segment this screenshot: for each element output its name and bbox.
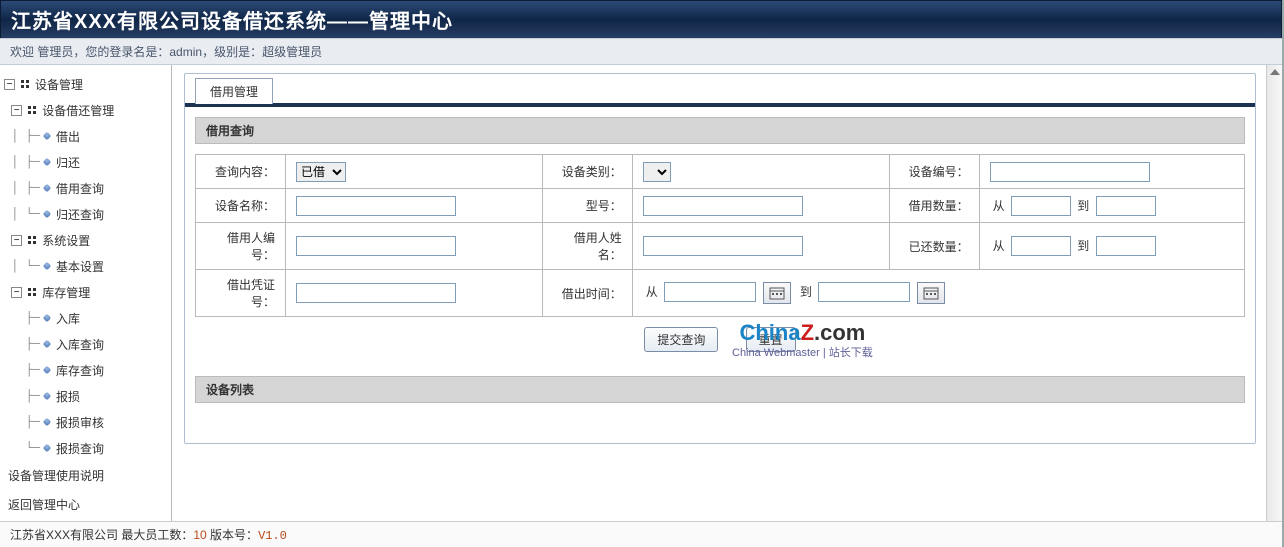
link-usage-guide[interactable]: 设备管理使用说明 [8,469,104,483]
query-form: 查询内容： 已借 设备类别： 设备编号： [195,154,1245,317]
tree-item-return-query[interactable]: │ └─归还查询 [4,201,167,227]
tree-item-return[interactable]: │ ├─归还 [4,149,167,175]
input-device-name[interactable] [296,196,456,216]
module-icon [26,104,38,116]
input-borrower-name[interactable] [643,236,803,256]
datepicker-from-button[interactable] [763,282,791,304]
input-borrow-qty-from[interactable] [1011,196,1071,216]
input-device-no[interactable] [990,162,1150,182]
tree-item-basic-settings[interactable]: │ └─基本设置 [4,253,167,279]
section-query-header: 借用查询 [195,117,1245,144]
leaf-icon [42,339,52,349]
input-voucher-no[interactable] [296,283,456,303]
label-device-no: 设备编号： [889,155,979,189]
tree-root[interactable]: − 设备管理 [4,71,167,97]
reset-button[interactable]: 重置 [746,327,796,352]
label-voucher-no: 借出凭证号： [196,270,286,317]
label-query-content: 查询内容： [196,155,286,189]
label-borrow-time: 借出时间： [542,270,632,317]
label-returned-qty: 已还数量： [889,223,979,270]
scrollbar[interactable] [1266,65,1282,521]
tree-item-inbound-query[interactable]: ├─入库查询 [4,331,167,357]
leaf-icon [42,417,52,427]
tree-group-borrow[interactable]: − 设备借还管理 [4,97,167,123]
tree-item-damage-query[interactable]: └─报损查询 [4,435,167,461]
label-device-type: 设备类别： [542,155,632,189]
label-device-name: 设备名称： [196,189,286,223]
welcome-bar: 欢迎 管理员，您的登录名是：admin，级别是：超级管理员 [0,38,1282,65]
leaf-icon [42,209,52,219]
main-area: 借用管理 借用查询 查询内容： 已借 设备类别： [172,65,1266,521]
sidebar: − 设备管理 − 设备借还管理 [0,65,172,521]
input-borrower-no[interactable] [296,236,456,256]
app-header: 江苏省XXX有限公司设备借还系统——管理中心 [0,0,1282,38]
leaf-icon [42,365,52,375]
tree-item-inbound[interactable]: ├─入库 [4,305,167,331]
input-borrow-time-to[interactable] [818,282,910,302]
tree-group-system[interactable]: − 系统设置 [4,227,167,253]
label-borrower-no: 借用人编号： [196,223,286,270]
label-borrow-qty: 借用数量： [889,189,979,223]
tab-borrow-manage[interactable]: 借用管理 [195,78,273,104]
label-borrower-name: 借用人姓名： [542,223,632,270]
input-borrow-qty-to[interactable] [1096,196,1156,216]
tree-item-damage[interactable]: ├─报损 [4,383,167,409]
module-icon [26,234,38,246]
collapse-icon[interactable]: − [4,79,15,90]
app-title: 江苏省XXX有限公司设备借还系统——管理中心 [11,5,1271,34]
leaf-icon [42,157,52,167]
tree-item-lend[interactable]: │ ├─借出 [4,123,167,149]
label-model: 型号： [542,189,632,223]
leaf-icon [42,183,52,193]
tree-root-label[interactable]: 设备管理 [35,76,83,93]
leaf-icon [42,131,52,141]
tabbar: 借用管理 [185,74,1255,107]
device-list-empty [195,403,1245,433]
submit-query-button[interactable]: 提交查询 [644,327,718,352]
calendar-icon [769,286,785,300]
input-borrow-time-from[interactable] [664,282,756,302]
leaf-icon [42,391,52,401]
tree-item-stock-query[interactable]: ├─库存查询 [4,357,167,383]
input-returned-qty-from[interactable] [1011,236,1071,256]
calendar-icon [923,286,939,300]
collapse-icon[interactable]: − [11,105,22,116]
panel: 借用管理 借用查询 查询内容： 已借 设备类别： [184,73,1256,444]
select-query-content[interactable]: 已借 [296,162,346,182]
input-model[interactable] [643,196,803,216]
collapse-icon[interactable]: − [11,287,22,298]
tree-group-stock[interactable]: − 库存管理 [4,279,167,305]
section-list-header: 设备列表 [195,376,1245,403]
leaf-icon [42,313,52,323]
module-icon [19,78,31,90]
tree-item-borrow-query[interactable]: │ ├─借用查询 [4,175,167,201]
footer: 江苏省XXX有限公司 最大员工数：10 版本号：V1.0 [0,521,1282,547]
tree-item-damage-audit[interactable]: ├─报损审核 [4,409,167,435]
module-icon [26,286,38,298]
input-returned-qty-to[interactable] [1096,236,1156,256]
leaf-icon [42,261,52,271]
link-back-center[interactable]: 返回管理中心 [8,498,80,512]
datepicker-to-button[interactable] [917,282,945,304]
leaf-icon [42,443,52,453]
select-device-type[interactable] [643,162,671,182]
collapse-icon[interactable]: − [11,235,22,246]
